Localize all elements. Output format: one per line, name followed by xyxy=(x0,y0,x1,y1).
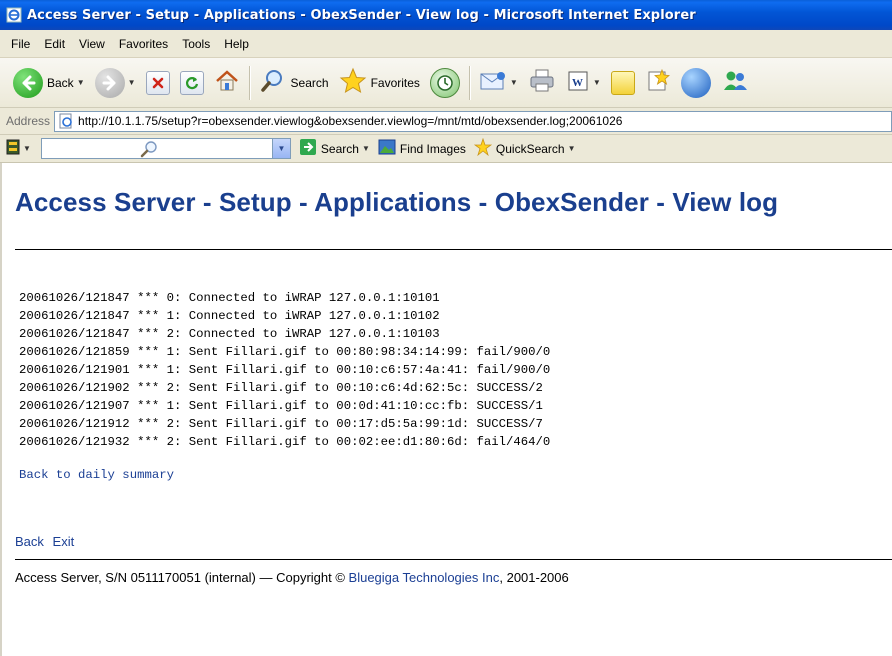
divider xyxy=(15,249,892,250)
mail-dropdown-icon[interactable]: ▼ xyxy=(510,78,518,87)
quicksearch-dropdown-icon[interactable]: ▼ xyxy=(568,144,576,153)
home-icon xyxy=(214,68,240,97)
log-line: 20061026/121901 *** 1: Sent Fillari.gif … xyxy=(19,363,551,377)
page-content: Access Server - Setup - Applications - O… xyxy=(0,163,892,656)
favorites-star-icon xyxy=(339,67,367,98)
log-output: 20061026/121847 *** 0: Connected to iWRA… xyxy=(19,289,550,451)
history-clock-icon xyxy=(429,67,460,98)
toolbar-separator xyxy=(248,65,250,100)
address-bar: Address http://10.1.1.75/setup?r=obexsen… xyxy=(0,108,892,135)
printer-icon xyxy=(528,68,556,97)
menu-edit[interactable]: Edit xyxy=(37,37,72,51)
back-dropdown-icon[interactable]: ▼ xyxy=(77,78,85,87)
search-toolbar: ▼ ▼ Search ▼ Find Images QuickSearch ▼ xyxy=(0,135,892,163)
messenger-people-icon xyxy=(721,68,749,97)
toolbar-options-dropdown-icon[interactable]: ▼ xyxy=(23,144,31,153)
refresh-button[interactable] xyxy=(175,64,209,102)
search-input[interactable]: ▼ xyxy=(40,138,291,161)
log-line: 20061026/121932 *** 2: Sent Fillari.gif … xyxy=(19,435,551,449)
svg-text:W: W xyxy=(572,77,583,89)
menu-tools[interactable]: Tools xyxy=(175,37,217,51)
log-line: 20061026/121859 *** 1: Sent Fillari.gif … xyxy=(19,345,551,359)
page-title: Access Server - Setup - Applications - O… xyxy=(15,187,779,217)
divider xyxy=(15,559,892,560)
log-line: 20061026/121912 *** 2: Sent Fillari.gif … xyxy=(19,417,543,431)
favorites-button[interactable]: Favorites xyxy=(334,64,425,102)
exit-link[interactable]: Exit xyxy=(53,534,75,549)
search-label: Search xyxy=(290,75,329,90)
search-magnifier-icon xyxy=(138,140,160,161)
quicksearch-label: QuickSearch xyxy=(495,141,565,156)
research-button[interactable] xyxy=(640,64,676,102)
discuss-button[interactable] xyxy=(606,64,640,102)
stop-icon xyxy=(145,70,170,95)
mail-button[interactable]: ▼ xyxy=(474,64,523,102)
address-url: http://10.1.1.75/setup?r=obexsender.view… xyxy=(78,114,623,128)
home-button[interactable] xyxy=(209,64,245,102)
menu-file[interactable]: File xyxy=(4,37,37,51)
window-title: Access Server - Setup - Applications - O… xyxy=(27,7,696,23)
favorites-label: Favorites xyxy=(370,75,420,90)
search-magnifier-icon xyxy=(259,67,287,98)
footer-text: Access Server, S/N 0511170051 (internal)… xyxy=(15,570,349,585)
menu-bar: File Edit View Favorites Tools Help xyxy=(0,30,892,58)
back-to-daily-summary-link[interactable]: Back to daily summary xyxy=(19,468,174,482)
messenger-globe-button[interactable] xyxy=(676,64,716,102)
toolbar-separator xyxy=(468,65,470,100)
menu-favorites[interactable]: Favorites xyxy=(112,37,175,51)
menu-view[interactable]: View xyxy=(72,37,112,51)
page-footer: Access Server, S/N 0511170051 (internal)… xyxy=(15,570,569,585)
refresh-icon xyxy=(179,70,204,95)
search-history-dropdown-icon[interactable]: ▼ xyxy=(271,139,290,158)
company-link[interactable]: Bluegiga Technologies Inc xyxy=(349,570,500,585)
quicksearch-button[interactable]: QuickSearch ▼ xyxy=(473,137,576,159)
research-star-icon xyxy=(645,68,671,97)
word-document-icon: W xyxy=(566,69,590,96)
edit-button[interactable]: W ▼ xyxy=(561,64,606,102)
back-button[interactable]: Back ▼ xyxy=(8,64,90,102)
ie-page-icon xyxy=(58,113,74,129)
log-line: 20061026/121847 *** 1: Connected to iWRA… xyxy=(19,309,440,323)
menu-help[interactable]: Help xyxy=(217,37,256,51)
log-line: 20061026/121847 *** 0: Connected to iWRA… xyxy=(19,291,440,305)
back-link[interactable]: Back xyxy=(15,534,44,549)
search-go-label: Search xyxy=(320,141,359,156)
find-images-label: Find Images xyxy=(399,141,466,156)
address-input[interactable]: http://10.1.1.75/setup?r=obexsender.view… xyxy=(54,110,892,132)
stop-button[interactable] xyxy=(141,64,175,102)
window-titlebar[interactable]: Access Server - Setup - Applications - O… xyxy=(0,0,892,30)
note-icon xyxy=(610,70,635,95)
find-images-button[interactable]: Find Images xyxy=(378,139,466,158)
forward-button[interactable]: ▼ xyxy=(90,64,141,102)
image-icon xyxy=(378,139,396,158)
globe-icon xyxy=(680,67,711,98)
forward-dropdown-icon[interactable]: ▼ xyxy=(128,78,136,87)
toolbar-handle-icon[interactable] xyxy=(6,139,20,158)
back-label: Back xyxy=(47,75,74,90)
back-arrow-icon xyxy=(13,67,43,98)
mail-envelope-icon xyxy=(479,69,507,96)
history-button[interactable] xyxy=(425,64,465,102)
search-go-button[interactable]: Search ▼ xyxy=(299,138,370,159)
ie-page-icon xyxy=(6,7,22,23)
edit-dropdown-icon[interactable]: ▼ xyxy=(593,78,601,87)
standard-toolbar: Back ▼ ▼ Search Favorites ▼ W ▼ xyxy=(0,58,892,108)
log-line: 20061026/121907 *** 1: Sent Fillari.gif … xyxy=(19,399,543,413)
search-button[interactable]: Search xyxy=(254,64,334,102)
address-label: Address xyxy=(6,114,51,128)
page-nav-links: Back Exit xyxy=(15,534,79,549)
search-go-dropdown-icon[interactable]: ▼ xyxy=(362,144,370,153)
forward-arrow-icon xyxy=(94,67,125,98)
messenger-button[interactable] xyxy=(716,64,754,102)
log-line: 20061026/121847 *** 2: Connected to iWRA… xyxy=(19,327,440,341)
log-line: 20061026/121902 *** 2: Sent Fillari.gif … xyxy=(19,381,543,395)
go-arrow-icon xyxy=(299,138,317,159)
print-button[interactable] xyxy=(523,64,561,102)
footer-years: , 2001-2006 xyxy=(499,570,569,585)
quicksearch-star-icon xyxy=(473,137,493,159)
